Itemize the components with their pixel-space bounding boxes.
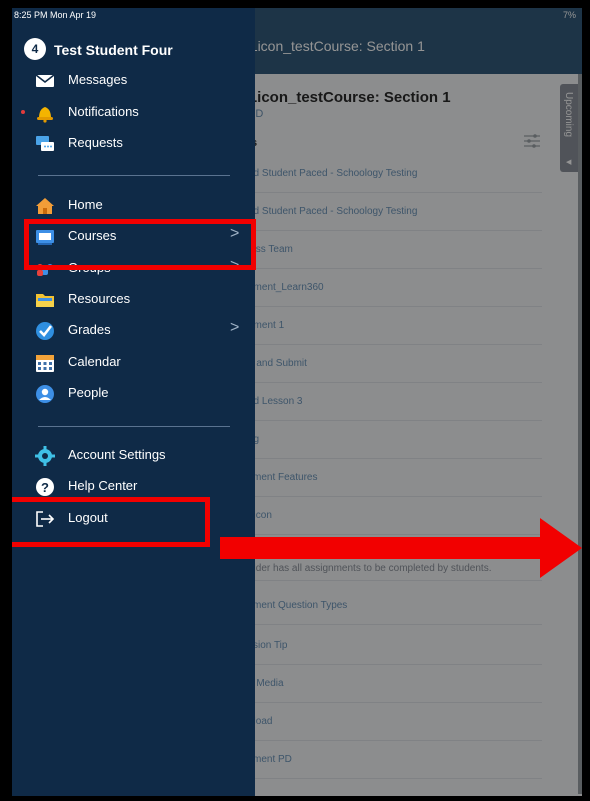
chevron-right-icon: >: [230, 319, 240, 336]
checkmark-badge-icon: [36, 322, 54, 340]
folder-icon: [36, 294, 54, 307]
menu-item-calendar[interactable]: Calendar: [24, 350, 244, 376]
schoology-logo-icon: 4: [24, 38, 46, 60]
person-icon: [36, 385, 54, 403]
menu-item-requests[interactable]: Requests: [24, 131, 244, 157]
help-icon: ?: [36, 478, 54, 496]
home-icon: [36, 198, 54, 214]
menu-item-grades[interactable]: Grades >: [24, 318, 244, 344]
calendar-icon: [36, 355, 54, 372]
svg-text:?: ?: [41, 480, 49, 495]
menu-item-messages[interactable]: Messages: [24, 68, 244, 94]
menu-item-account-settings[interactable]: Account Settings: [24, 443, 244, 469]
envelope-icon: [35, 74, 55, 87]
user-name: Test Student Four: [54, 42, 173, 58]
gear-icon: [35, 446, 55, 466]
right-arrow-annotation: [220, 518, 582, 578]
unread-dot: [21, 110, 25, 114]
bell-icon: [37, 107, 53, 123]
navigation-drawer: 8:25 PM Mon Apr 19 4 Test Student Four M…: [12, 8, 255, 796]
menu-item-resources[interactable]: Resources: [24, 287, 244, 313]
menu-item-people[interactable]: People: [24, 381, 244, 407]
courses-highlight-box: [24, 219, 256, 270]
menu-item-home[interactable]: Home: [24, 193, 244, 219]
menu-item-notifications[interactable]: Notifications: [21, 100, 244, 126]
chat-icon: [36, 136, 54, 151]
status-time: 8:25 PM Mon Apr 19: [14, 10, 97, 20]
logout-highlight-box: [12, 497, 210, 547]
menu-divider: [38, 426, 230, 427]
menu-divider: [38, 175, 230, 176]
tablet-screen: 7% aLicon_testCourse: Section 1 Licon_te…: [12, 8, 582, 796]
